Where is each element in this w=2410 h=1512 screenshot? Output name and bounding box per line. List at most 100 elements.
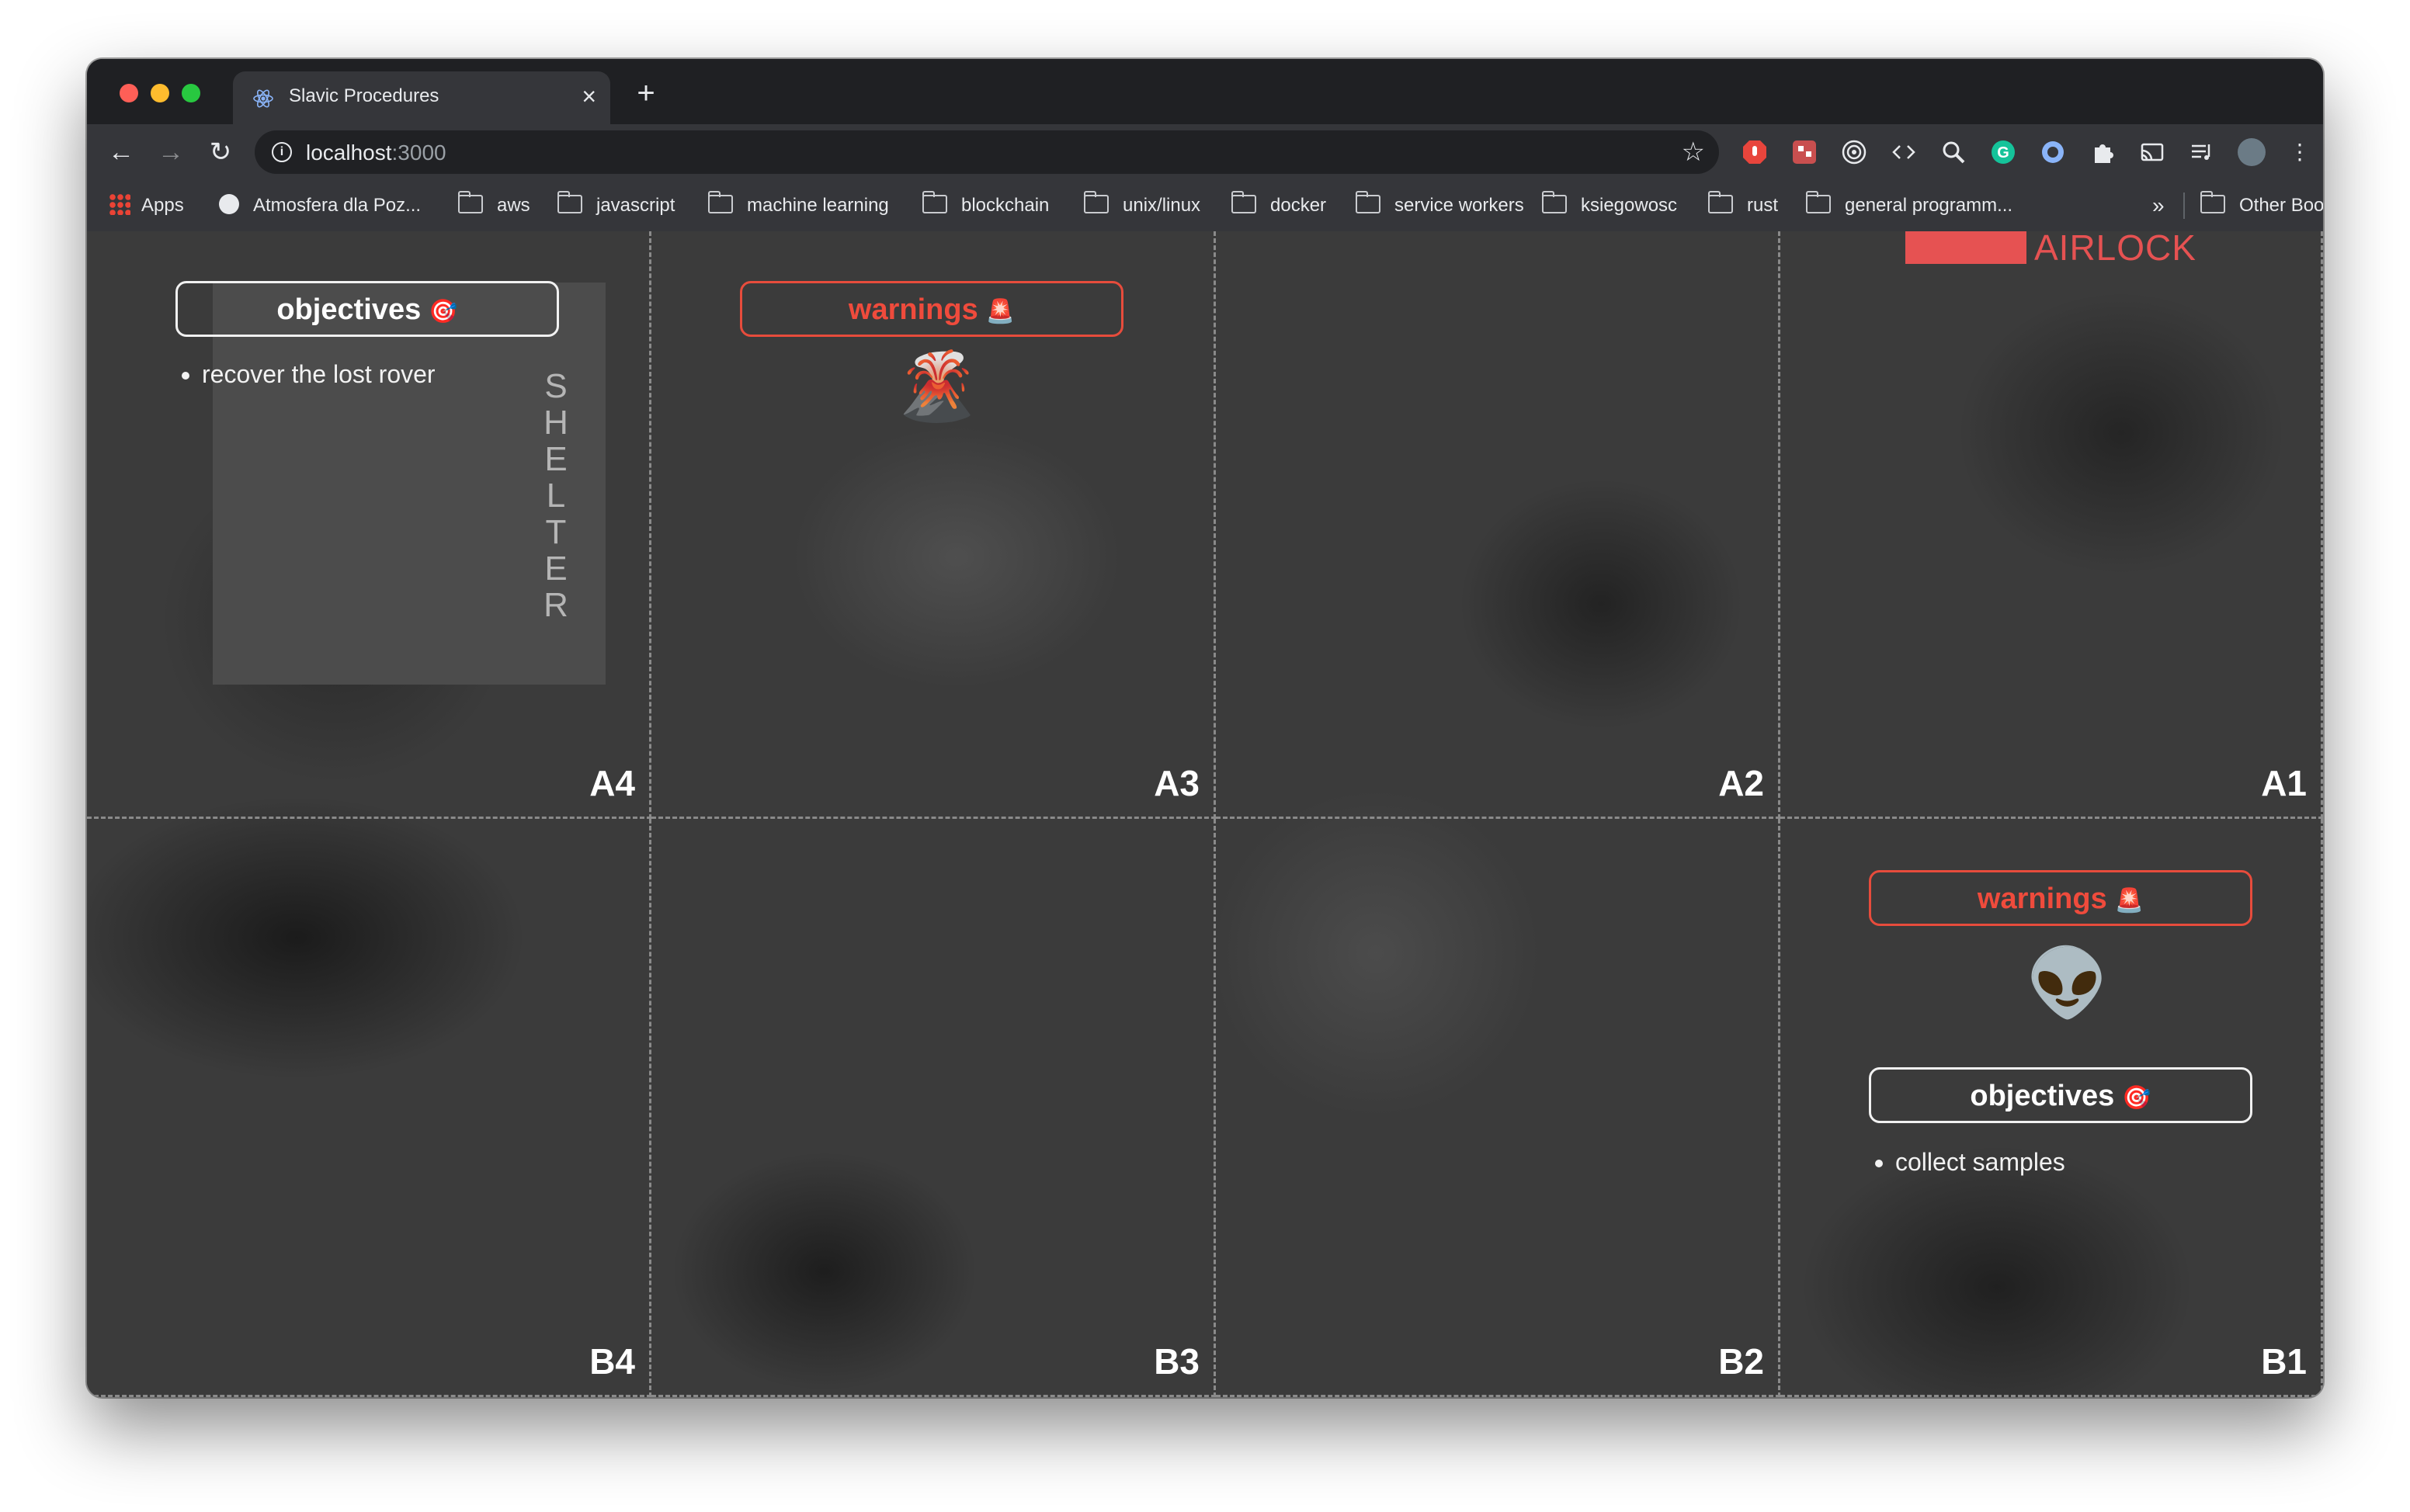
cell-label: A2 bbox=[1718, 763, 1764, 803]
bookmark-folder-unix-linux[interactable]: unix/linux bbox=[1083, 190, 1201, 219]
forward-button[interactable]: → bbox=[154, 135, 188, 169]
tab-title: Slavic Procedures bbox=[289, 85, 439, 106]
warnings-label: warnings bbox=[1977, 883, 2107, 915]
reading-list-icon[interactable] bbox=[2188, 138, 2216, 166]
browser-tab[interactable]: Slavic Procedures × bbox=[233, 71, 610, 124]
folder-icon bbox=[457, 190, 483, 213]
code-extension-icon[interactable] bbox=[1890, 138, 1918, 166]
folder-icon bbox=[922, 190, 947, 213]
bookmark-label: javascript bbox=[596, 195, 675, 216]
magnifier-extension-icon[interactable] bbox=[1939, 138, 1967, 166]
bookmarks-separator bbox=[2183, 192, 2185, 219]
cell-label: A4 bbox=[589, 763, 635, 803]
tab-close-icon[interactable]: × bbox=[582, 81, 596, 112]
folder-icon bbox=[2200, 190, 2225, 213]
cell-label: B3 bbox=[1154, 1341, 1200, 1382]
url-text[interactable]: localhost:3000 bbox=[306, 140, 446, 165]
browser-menu-icon[interactable]: ⋮ bbox=[2286, 138, 2314, 166]
cell-b2[interactable]: B2 bbox=[1216, 819, 1780, 1397]
bookmark-label: rust bbox=[1747, 195, 1779, 216]
url-port: :3000 bbox=[391, 140, 446, 165]
cell-label: B1 bbox=[2261, 1341, 2307, 1382]
grammarly-extension-icon[interactable]: G bbox=[1989, 138, 2017, 166]
bookmark-folder-javascript[interactable]: javascript bbox=[557, 190, 675, 219]
site-info-icon[interactable]: i bbox=[272, 142, 292, 162]
bookmark-label: docker bbox=[1270, 195, 1327, 216]
cell-label: A3 bbox=[1154, 763, 1200, 803]
back-button[interactable]: ← bbox=[104, 135, 138, 169]
bookmark-folder-service-workers[interactable]: service workers bbox=[1355, 190, 1524, 219]
svg-text:G: G bbox=[1997, 144, 2009, 161]
pixel-extension-icon[interactable] bbox=[1790, 138, 1818, 166]
bookmark-label: ksiegowosc bbox=[1581, 195, 1678, 216]
react-icon bbox=[253, 89, 273, 108]
objectives-list: collect samples bbox=[1869, 1145, 2065, 1179]
cell-label: B2 bbox=[1718, 1341, 1764, 1382]
url-host: localhost bbox=[306, 140, 392, 165]
bookmark-folder-aws[interactable]: aws bbox=[457, 190, 530, 219]
new-tab-button[interactable]: + bbox=[630, 78, 662, 109]
objectives-button[interactable]: objectives 🎯 bbox=[1869, 1067, 2252, 1123]
objectives-label: objectives bbox=[1970, 1080, 2115, 1112]
bookmark-folder-ksiegowosc[interactable]: ksiegowosc bbox=[1541, 190, 1678, 219]
target-extension-icon[interactable] bbox=[1840, 138, 1868, 166]
maximize-window-button[interactable] bbox=[182, 84, 200, 102]
bookmark-folder-rust[interactable]: rust bbox=[1707, 190, 1779, 219]
warnings-label: warnings bbox=[848, 293, 978, 326]
warnings-button[interactable]: warnings 🚨 bbox=[740, 281, 1123, 337]
objective-item: collect samples bbox=[1895, 1145, 2065, 1179]
bookmarks-overflow-button[interactable]: » bbox=[2152, 192, 2165, 219]
map-grid: SHELTER objectives 🎯 recover the lost rov… bbox=[87, 227, 2323, 1397]
browser-toolbar: ← → ↻ i localhost:3000 ☆ G ⋮ bbox=[87, 124, 2323, 180]
minimize-window-button[interactable] bbox=[151, 84, 169, 102]
bookmark-label: service workers bbox=[1394, 195, 1524, 216]
bookmark-folder-machine-learning[interactable]: machine learning bbox=[707, 190, 889, 219]
bookmark-label: machine learning bbox=[747, 195, 889, 216]
folder-icon bbox=[1083, 190, 1109, 213]
shelter-label: SHELTER bbox=[543, 367, 568, 624]
cell-label: A1 bbox=[2261, 763, 2307, 803]
siren-icon: 🚨 bbox=[2114, 888, 2144, 914]
bookmark-label: Apps bbox=[141, 195, 184, 216]
cell-a4[interactable]: SHELTER objectives 🎯 recover the lost rov… bbox=[87, 231, 651, 819]
objectives-button[interactable]: objectives 🎯 bbox=[175, 281, 559, 337]
bookmark-star-icon[interactable]: ☆ bbox=[1682, 137, 1705, 168]
bookmark-label: unix/linux bbox=[1123, 195, 1201, 216]
bookmark-label: blockchain bbox=[961, 195, 1050, 216]
volcano-icon: 🌋 bbox=[895, 349, 979, 424]
bookmark-apps[interactable]: Apps bbox=[109, 192, 184, 219]
adblock-extension-icon[interactable] bbox=[1741, 138, 1769, 166]
folder-icon bbox=[1231, 190, 1256, 213]
siren-icon: 🚨 bbox=[985, 299, 1016, 324]
bookmark-atmosfera[interactable]: Atmosfera dla Poz... bbox=[219, 192, 421, 219]
cast-icon[interactable] bbox=[2138, 138, 2166, 166]
bookmark-folder-other[interactable]: Other Bookmarks bbox=[2200, 190, 2323, 219]
cell-b4[interactable]: B4 bbox=[87, 819, 651, 1397]
address-bar[interactable]: i localhost:3000 ☆ bbox=[255, 130, 1719, 174]
apps-grid-icon bbox=[109, 192, 130, 215]
bookmark-folder-blockchain[interactable]: blockchain bbox=[922, 190, 1050, 219]
cell-a1[interactable]: A1 bbox=[1780, 231, 2323, 819]
shelter-zone: SHELTER bbox=[213, 283, 606, 685]
airlock-marker bbox=[1905, 231, 2026, 264]
cell-a3[interactable]: warnings 🚨 🌋 A3 bbox=[651, 231, 1216, 819]
reload-button[interactable]: ↻ bbox=[203, 135, 238, 169]
profile-avatar-icon[interactable] bbox=[2238, 138, 2266, 166]
tab-strip: Slavic Procedures × + bbox=[87, 59, 2323, 124]
objectives-label: objectives bbox=[276, 293, 422, 326]
bookmark-folder-docker[interactable]: docker bbox=[1231, 190, 1327, 219]
cell-b1[interactable]: warnings🚨 👽 objectives🎯 collect samples … bbox=[1780, 819, 2323, 1397]
target-icon: 🎯 bbox=[429, 299, 458, 324]
bookmark-folder-general-programming[interactable]: general programm... bbox=[1805, 190, 2012, 219]
folder-icon bbox=[1707, 190, 1733, 213]
target-icon: 🎯 bbox=[2122, 1085, 2151, 1111]
cell-a2[interactable]: A2 bbox=[1216, 231, 1780, 819]
warnings-button[interactable]: warnings 🚨 bbox=[1869, 870, 2252, 926]
cell-b3[interactable]: B3 bbox=[651, 819, 1216, 1397]
privacy-extension-icon[interactable] bbox=[2039, 138, 2067, 166]
close-window-button[interactable] bbox=[120, 84, 138, 102]
bookmarks-bar: Apps Atmosfera dla Poz... aws javascript… bbox=[87, 180, 2323, 233]
extensions-puzzle-icon[interactable] bbox=[2089, 138, 2117, 166]
folder-icon bbox=[1541, 190, 1567, 213]
airlock-label: AIRLOCK bbox=[2034, 227, 2196, 268]
